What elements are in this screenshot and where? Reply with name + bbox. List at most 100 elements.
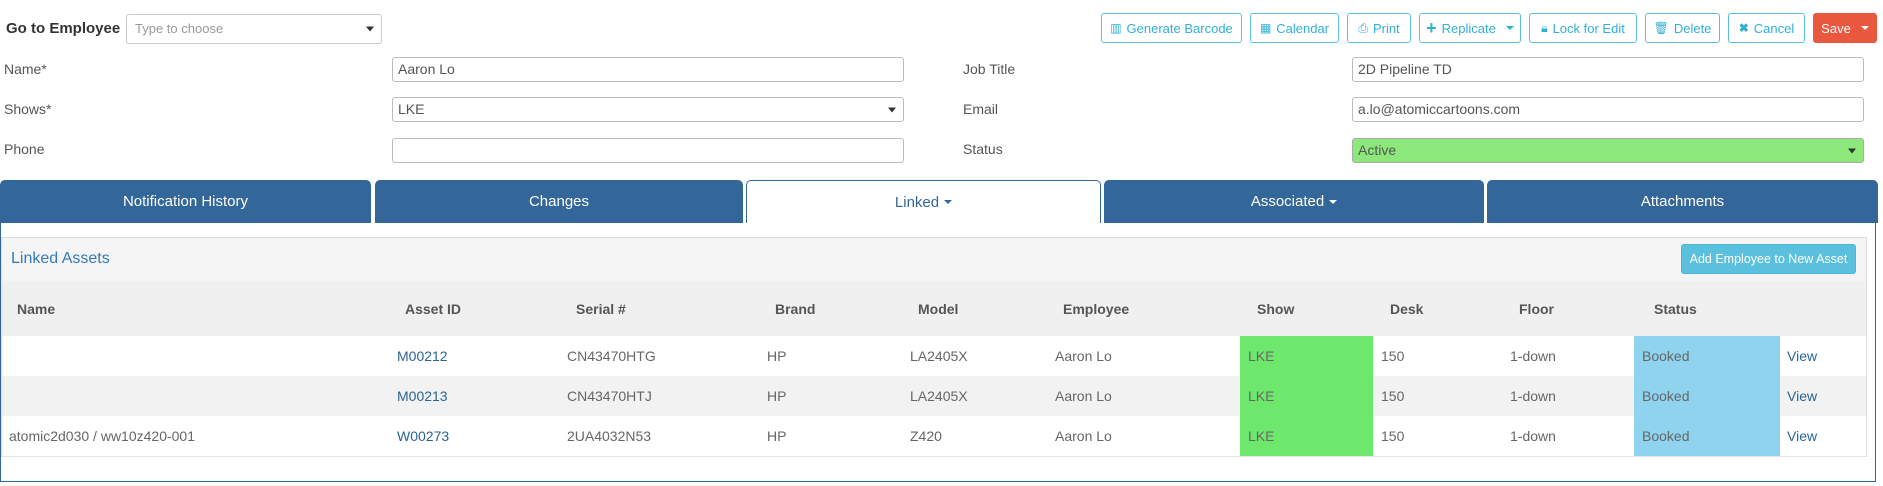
tab-label: Associated [1250, 193, 1325, 210]
column-header-desk[interactable]: Desk [1390, 301, 1423, 317]
row-name: atomic2d030 / ww10z420-001 [9, 428, 196, 444]
row-serial: CN43470HTG [567, 348, 656, 364]
chevron-down-icon [1848, 148, 1856, 153]
close-icon: ✖ [1738, 21, 1749, 35]
row-show: LKE [1248, 428, 1275, 444]
save-button[interactable]: Save [1813, 13, 1877, 43]
asset-id-link[interactable]: W00273 [397, 428, 449, 444]
replicate-label: Replicate [1441, 20, 1496, 36]
view-link[interactable]: View [1787, 388, 1817, 404]
column-header-brand[interactable]: Brand [775, 301, 815, 317]
print-label: Print [1372, 20, 1400, 36]
name-label: Name* [4, 61, 47, 77]
generate-barcode-label: Generate Barcode [1126, 20, 1233, 36]
row-model: Z420 [910, 428, 942, 444]
table-row: M00213 CN43470HTJ HP LA2405X Aaron Lo LK… [2, 376, 1866, 417]
calendar-button[interactable]: ▦ Calendar [1250, 13, 1339, 43]
print-icon: ⎙ [1358, 21, 1368, 35]
row-desk: 150 [1381, 348, 1405, 364]
row-brand: HP [767, 428, 787, 444]
calendar-label: Calendar [1276, 20, 1330, 36]
goto-employee-select[interactable]: Type to choose [126, 14, 382, 44]
tab-linked[interactable]: Linked [746, 180, 1101, 223]
row-model: LA2405X [910, 388, 968, 404]
view-link[interactable]: View [1787, 428, 1817, 444]
print-button[interactable]: ⎙ Print [1347, 13, 1411, 43]
tab-label: Changes [528, 193, 590, 210]
column-header-floor[interactable]: Floor [1519, 301, 1554, 317]
cancel-button[interactable]: ✖ Cancel [1728, 13, 1805, 43]
row-employee: Aaron Lo [1055, 428, 1112, 444]
name-field[interactable]: Aaron Lo [392, 57, 904, 82]
shows-select[interactable]: LKE [392, 97, 904, 122]
status-select[interactable]: Active [1352, 138, 1864, 163]
name-value: Aaron Lo [398, 61, 455, 77]
goto-employee-placeholder: Type to choose [135, 21, 224, 36]
tab-label: Linked [894, 193, 940, 211]
add-employee-to-new-asset-button[interactable]: Add Employee to New Asset [1681, 244, 1856, 274]
column-header-employee[interactable]: Employee [1063, 301, 1129, 317]
row-show: LKE [1248, 348, 1275, 364]
row-floor: 1-down [1510, 388, 1556, 404]
status-value: Active [1358, 142, 1397, 158]
chevron-down-icon [1860, 26, 1869, 30]
column-header-name[interactable]: Name [17, 301, 55, 317]
save-label: Save [1821, 20, 1851, 36]
tab-label: Attachments [1640, 193, 1725, 210]
calendar-icon: ▦ [1259, 21, 1272, 35]
table-row: atomic2d030 / ww10z420-001 W00273 2UA403… [2, 416, 1866, 457]
tab-label: Notification History [122, 193, 249, 210]
row-status: Booked [1642, 388, 1690, 404]
row-floor: 1-down [1510, 428, 1556, 444]
row-employee: Aaron Lo [1055, 348, 1112, 364]
row-brand: HP [767, 348, 787, 364]
tab-changes[interactable]: Changes [375, 180, 743, 223]
cancel-label: Cancel [1753, 20, 1795, 36]
phone-field[interactable] [392, 138, 904, 163]
email-label: Email [963, 101, 999, 117]
phone-label: Phone [4, 141, 45, 157]
tab-notification-history[interactable]: Notification History [0, 180, 371, 223]
row-employee: Aaron Lo [1055, 388, 1112, 404]
job-title-label: Job Title [963, 61, 1016, 77]
row-brand: HP [767, 388, 787, 404]
tab-attachments[interactable]: Attachments [1487, 180, 1878, 223]
generate-barcode-button[interactable]: ▥ Generate Barcode [1101, 13, 1242, 43]
replicate-button[interactable]: + Replicate [1419, 13, 1521, 43]
row-status: Booked [1642, 348, 1690, 364]
column-header-asset-id[interactable]: Asset ID [405, 301, 461, 317]
row-serial: 2UA4032N53 [567, 428, 652, 444]
column-header-show[interactable]: Show [1257, 301, 1294, 317]
row-floor: 1-down [1510, 348, 1556, 364]
delete-button[interactable]: 🗑︎ Delete [1645, 13, 1720, 43]
chevron-down-icon [1329, 199, 1338, 204]
tab-bar: Notification History Changes Linked Asso… [0, 180, 1878, 223]
lock-for-edit-button[interactable]: 🔒︎ Lock for Edit [1529, 13, 1637, 43]
column-header-serial[interactable]: Serial # [576, 301, 626, 317]
view-link[interactable]: View [1787, 348, 1817, 364]
chevron-down-icon [366, 26, 374, 32]
column-header-model[interactable]: Model [918, 301, 958, 317]
email-value: a.lo@atomiccartoons.com [1358, 101, 1521, 117]
shows-value: LKE [398, 101, 425, 117]
column-header-status[interactable]: Status [1654, 301, 1697, 317]
job-title-value: 2D Pipeline TD [1358, 61, 1452, 77]
job-title-field[interactable]: 2D Pipeline TD [1352, 57, 1864, 82]
barcode-icon: ▥ [1110, 21, 1122, 35]
goto-employee-label: Go to Employee [6, 20, 121, 37]
asset-id-link[interactable]: M00213 [397, 388, 448, 404]
shows-label: Shows* [4, 101, 52, 117]
tab-associated[interactable]: Associated [1104, 180, 1484, 223]
chevron-down-icon [888, 107, 896, 112]
row-model: LA2405X [910, 348, 968, 364]
delete-label: Delete [1673, 20, 1712, 36]
row-desk: 150 [1381, 388, 1405, 404]
asset-id-link[interactable]: M00212 [397, 348, 448, 364]
row-show: LKE [1248, 388, 1275, 404]
table-row: M00212 CN43470HTG HP LA2405X Aaron Lo LK… [2, 336, 1866, 377]
panel-title: Linked Assets [11, 250, 110, 267]
panel-heading [2, 238, 1866, 282]
trash-icon: 🗑︎ [1653, 21, 1669, 35]
email-field[interactable]: a.lo@atomiccartoons.com [1352, 97, 1864, 122]
row-serial: CN43470HTJ [567, 388, 652, 404]
